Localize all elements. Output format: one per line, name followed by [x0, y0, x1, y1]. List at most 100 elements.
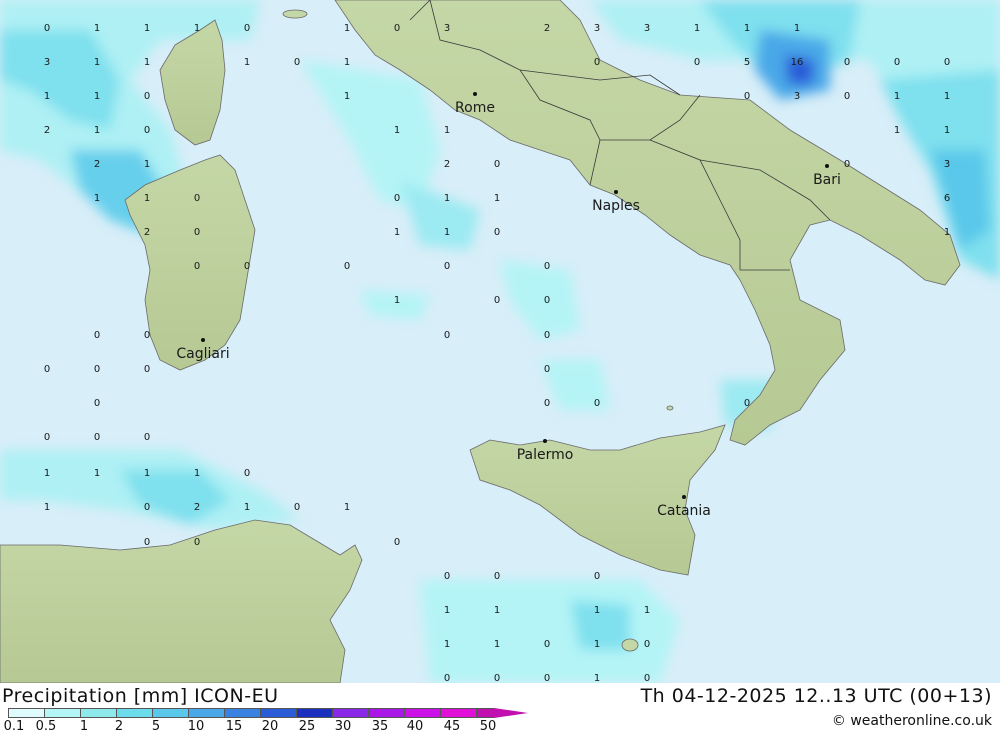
- scale-tick-label: 2: [114, 719, 124, 734]
- precip-value: 1: [594, 673, 600, 683]
- precip-value: 0: [294, 57, 300, 68]
- precip-value: 1: [594, 639, 600, 650]
- scale-swatch: [44, 708, 81, 718]
- precip-value: 1: [94, 91, 100, 102]
- precip-value: 0: [394, 23, 400, 34]
- precip-value: 0: [444, 330, 450, 341]
- precip-value: 3: [644, 23, 650, 34]
- precip-value: 1: [94, 23, 100, 34]
- precip-value: 1: [44, 91, 50, 102]
- precip-value: 16: [791, 57, 804, 68]
- precip-value: 0: [94, 364, 100, 375]
- precip-value: 0: [644, 639, 650, 650]
- precip-value: 2: [194, 502, 200, 513]
- scale-tick-label: 10: [187, 719, 205, 734]
- precip-value: 1: [444, 227, 450, 238]
- precip-value: 3: [594, 23, 600, 34]
- precip-value: 1: [244, 502, 250, 513]
- precip-value: 0: [544, 364, 550, 375]
- svg-text:Naples: Naples: [592, 198, 640, 214]
- scale-swatch: [404, 708, 441, 718]
- precip-value: 5: [744, 57, 750, 68]
- svg-text:Rome: Rome: [455, 100, 495, 116]
- precip-value: 0: [694, 57, 700, 68]
- precip-value: 1: [94, 468, 100, 479]
- credit-link[interactable]: © weatheronline.co.uk: [832, 713, 992, 729]
- precip-value: 1: [194, 468, 200, 479]
- precip-value: 1: [394, 227, 400, 238]
- precip-value: 1: [594, 605, 600, 616]
- svg-text:Bari: Bari: [813, 172, 841, 188]
- precip-value: 1: [144, 23, 150, 34]
- precip-value: 2: [144, 227, 150, 238]
- precip-value: 0: [544, 330, 550, 341]
- precip-value: 1: [94, 57, 100, 68]
- precip-value: 1: [394, 125, 400, 136]
- precip-value: 1: [144, 57, 150, 68]
- precip-value: 0: [144, 537, 150, 548]
- precip-value: 2: [544, 23, 550, 34]
- precip-value: 1: [94, 125, 100, 136]
- precip-value: 0: [144, 432, 150, 443]
- precip-value: 0: [244, 468, 250, 479]
- precip-value: 0: [894, 57, 900, 68]
- precip-value: 1: [94, 193, 100, 204]
- precip-value: 0: [544, 639, 550, 650]
- precip-value: 1: [344, 57, 350, 68]
- precip-value: 1: [44, 502, 50, 513]
- scale-tick-label: 50: [479, 719, 497, 734]
- precip-value: 0: [594, 398, 600, 409]
- precip-value: 1: [944, 227, 950, 238]
- precip-value: 1: [944, 91, 950, 102]
- precip-value: 0: [144, 364, 150, 375]
- precip-value: 0: [394, 537, 400, 548]
- precip-value: 1: [144, 193, 150, 204]
- scale-swatch: [332, 708, 369, 718]
- precipitation-map[interactable]: 0 1 1 1 0 1 0 3 2 3 3 1 1 1 3 1 1 1 0 1 0 0 5 16 0 0 0 1 1 0 1 0 3 0 1 1 2 1 0…: [0, 0, 1000, 683]
- precip-value: 3: [794, 91, 800, 102]
- precip-value: 0: [44, 23, 50, 34]
- precip-value: 0: [544, 295, 550, 306]
- precip-value: 0: [544, 398, 550, 409]
- scale-swatch: [152, 708, 189, 718]
- map-footer: Precipitation [mm] ICON-EU Th 04-12-2025…: [0, 683, 1000, 734]
- svg-text:Catania: Catania: [657, 503, 711, 519]
- scale-tick-label: 0.5: [35, 719, 57, 734]
- scale-tick-label: 35: [371, 719, 389, 734]
- precip-value: 0: [744, 398, 750, 409]
- precip-value: 1: [494, 193, 500, 204]
- precip-value: 0: [544, 673, 550, 683]
- precip-value: 1: [244, 57, 250, 68]
- precip-value: 3: [444, 23, 450, 34]
- scale-tick-label: 5: [151, 719, 161, 734]
- precip-value: 0: [494, 227, 500, 238]
- scale-swatch: [224, 708, 261, 718]
- precip-value: 0: [494, 295, 500, 306]
- precip-value: 1: [344, 502, 350, 513]
- precip-value: 3: [944, 159, 950, 170]
- scale-tick-label: 30: [334, 719, 352, 734]
- precip-value: 1: [494, 605, 500, 616]
- scale-tick-label: 0.1: [3, 719, 25, 734]
- svg-text:Palermo: Palermo: [517, 447, 574, 463]
- precip-value: 0: [594, 571, 600, 582]
- scale-swatch: [8, 708, 45, 718]
- precip-value: 0: [844, 159, 850, 170]
- precip-value: 0: [844, 57, 850, 68]
- scale-swatch: [476, 708, 494, 718]
- precip-value: 0: [594, 57, 600, 68]
- precip-value: 0: [344, 261, 350, 272]
- forecast-datetime: Th 04-12-2025 12..13 UTC (00+13): [640, 685, 992, 707]
- precip-value: 0: [194, 193, 200, 204]
- precip-value: 1: [894, 91, 900, 102]
- scale-tick-label: 25: [298, 719, 316, 734]
- precip-value: 1: [644, 605, 650, 616]
- precip-value: 0: [544, 261, 550, 272]
- precip-value: 0: [94, 432, 100, 443]
- scale-tick-label: 20: [261, 719, 279, 734]
- precip-value: 0: [194, 227, 200, 238]
- map-canvas: 0 1 1 1 0 1 0 3 2 3 3 1 1 1 3 1 1 1 0 1 0 0 5 16 0 0 0 1 1 0 1 0 3 0 1 1 2 1 0…: [0, 0, 1000, 683]
- precip-value: 0: [44, 364, 50, 375]
- precip-value: 0: [394, 193, 400, 204]
- scale-tick-label: 1: [79, 719, 89, 734]
